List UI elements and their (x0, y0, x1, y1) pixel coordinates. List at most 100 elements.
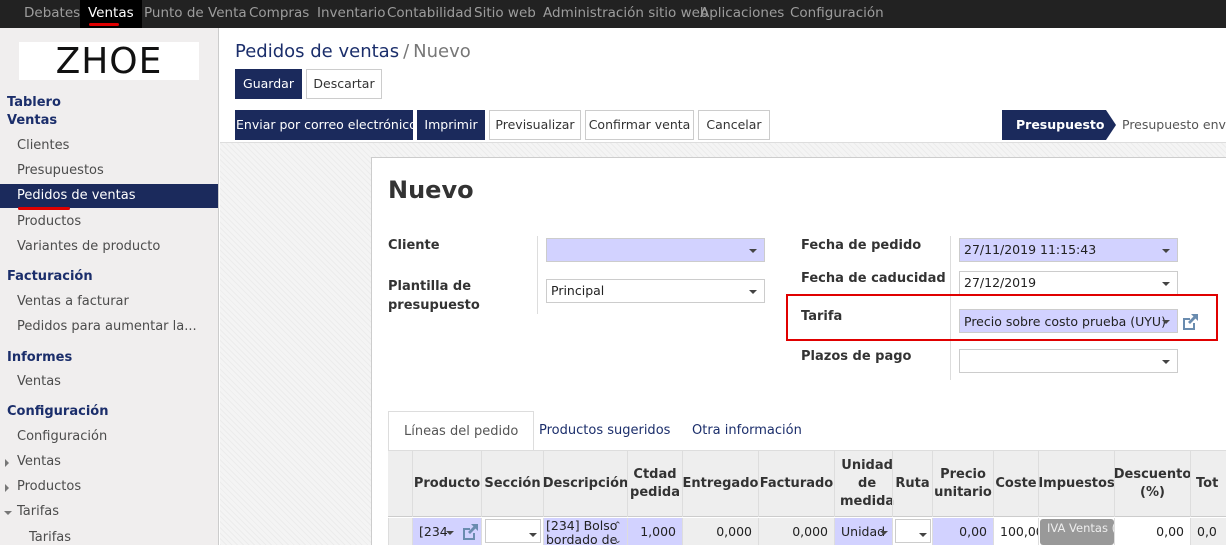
sidebar-item-presupuestos[interactable]: Presupuestos (17, 163, 104, 178)
topnav-aplicaciones[interactable]: Aplicaciones (700, 0, 784, 28)
dropdown-caret-icon (749, 290, 757, 294)
col-unidad-line1: Unidad (841, 458, 893, 473)
col-ruta[interactable]: Ruta (892, 451, 932, 517)
topnav-compras[interactable]: Compras (249, 0, 309, 28)
sidebar-item-pedidos-para-aumentar[interactable]: Pedidos para aumentar la... (17, 319, 197, 334)
sidebar-item-variantes-de-producto[interactable]: Variantes de producto (17, 239, 160, 254)
topnav-inventario[interactable]: Inventario (317, 0, 386, 28)
print-button[interactable]: Imprimir (417, 110, 485, 140)
save-button[interactable]: Guardar (235, 69, 302, 99)
topnav-configuracion[interactable]: Configuración (790, 0, 884, 28)
col-unidad-line2: de (858, 476, 877, 491)
breadcrumb: Pedidos de ventas / Nuevo (235, 41, 471, 62)
sidebar-heading-tablero[interactable]: Tablero (7, 95, 61, 110)
col-ctdad-line2: pedida (630, 485, 680, 500)
row-coste-cell[interactable]: 100,00 (993, 518, 1038, 545)
sidebar-item-config-tarifas[interactable]: Tarifas (17, 504, 59, 519)
dropdown-caret-icon (1162, 360, 1170, 364)
col-descuento[interactable]: Descuento (%) (1114, 451, 1191, 517)
plantilla-select[interactable]: Principal (546, 279, 765, 303)
row-precio-cell[interactable]: 0,00 (932, 518, 993, 545)
col-precio-line2: unitario (934, 485, 992, 500)
breadcrumb-current: Nuevo (413, 41, 471, 62)
dropdown-caret-icon (446, 531, 454, 535)
topnav-punto-de-venta[interactable]: Punto de Venta (144, 0, 247, 28)
sidebar-item-pedidos-de-ventas[interactable]: Pedidos de ventas (0, 184, 218, 208)
col-impuestos[interactable]: Impuestos (1038, 451, 1115, 517)
col-precio-unitario[interactable]: Precio unitario (932, 451, 993, 517)
tab-otra-informacion[interactable]: Otra información (692, 411, 802, 451)
col-seccion[interactable]: Sección (481, 451, 543, 517)
red-underline-pedidos (18, 207, 70, 210)
topnav-administracion-sitio-web[interactable]: Administración sitio web (543, 0, 709, 28)
status-arrow (1106, 110, 1116, 140)
discard-button[interactable]: Descartar (306, 69, 382, 99)
caret-down-icon[interactable] (4, 511, 12, 515)
status-presupuesto[interactable]: Presupuesto (1002, 110, 1106, 140)
col-producto[interactable]: Producto (412, 451, 481, 517)
scroll-down-icon[interactable]: ⌄ (614, 536, 622, 545)
row-producto-value: [234 (419, 524, 448, 539)
dropdown-caret-icon (1162, 249, 1170, 253)
fecha-pedido-field[interactable]: 27/11/2019 11:15:43 (959, 238, 1178, 262)
send-email-button[interactable]: Enviar por correo electrónico (235, 110, 417, 140)
sidebar-heading-configuracion: Configuración (7, 404, 109, 419)
plantilla-label-line1: Plantilla de (388, 279, 472, 294)
plazos-select[interactable] (959, 349, 1178, 373)
sidebar-item-informes-ventas[interactable]: Ventas (17, 374, 61, 389)
col-descuento-line2: (%) (1140, 485, 1165, 500)
tab-lineas-del-pedido[interactable]: Líneas del pedido (388, 411, 535, 451)
col-entregado[interactable]: Entregado (682, 451, 758, 517)
cliente-select[interactable] (546, 238, 765, 262)
col-unidad-de-medida[interactable]: Unidad de medida (834, 451, 894, 517)
topnav-debates[interactable]: Debates (14, 0, 90, 28)
topnav-contabilidad[interactable]: Contabilidad (387, 0, 472, 28)
scroll-up-icon[interactable]: ⌃ (614, 521, 622, 531)
col-coste[interactable]: Coste (993, 451, 1038, 517)
topnav-sitio-web[interactable]: Sitio web (474, 0, 536, 28)
sidebar-item-configuracion[interactable]: Configuración (17, 429, 107, 444)
external-link-icon[interactable] (460, 522, 480, 542)
confirm-sale-button[interactable]: Confirmar venta (585, 110, 694, 140)
tax-tag[interactable]: IVA Ventas ( (1040, 519, 1114, 545)
company-logo[interactable]: ZHOE (19, 42, 199, 82)
row-ruta-cell[interactable] (892, 518, 932, 545)
col-facturado[interactable]: Facturado (758, 451, 834, 517)
col-total[interactable]: Tot (1190, 451, 1226, 517)
dropdown-caret-icon (880, 531, 888, 535)
col-precio-line1: Precio (940, 467, 986, 482)
sidebar-subitem-tarifas[interactable]: Tarifas (29, 530, 71, 545)
tab-productos-sugeridos[interactable]: Productos sugeridos (539, 411, 670, 451)
preview-button[interactable]: Previsualizar (489, 110, 581, 140)
caret-right-icon[interactable] (5, 484, 9, 492)
breadcrumb-parent[interactable]: Pedidos de ventas (235, 41, 399, 62)
field-separator (537, 236, 538, 314)
caret-right-icon[interactable] (5, 459, 9, 467)
status-presupuesto-enviado[interactable]: Presupuesto envia (1122, 110, 1226, 140)
col-descripcion[interactable]: Descripción (543, 451, 628, 517)
col-ctdad-pedida[interactable]: Ctdad pedida (627, 451, 682, 517)
sidebar-item-config-productos[interactable]: Productos (17, 479, 81, 494)
row-handle[interactable] (388, 518, 412, 545)
ruta-select[interactable] (895, 519, 931, 543)
fecha-pedido-label: Fecha de pedido (801, 238, 922, 253)
row-ctdad-cell[interactable]: 1,000 (627, 518, 682, 545)
dropdown-caret-icon (529, 533, 537, 537)
fecha-pedido-value: 27/11/2019 11:15:43 (964, 242, 1097, 257)
sidebar-item-config-ventas[interactable]: Ventas (17, 454, 61, 469)
cancel-button[interactable]: Cancelar (698, 110, 770, 140)
fecha-caducidad-field[interactable]: 27/12/2019 (959, 271, 1178, 295)
top-navbar: Debates Ventas Punto de Venta Compras In… (0, 0, 1226, 28)
row-total-cell: 0,0 (1190, 518, 1226, 545)
plazos-label: Plazos de pago (801, 349, 912, 364)
sidebar-item-productos[interactable]: Productos (17, 214, 81, 229)
fecha-caducidad-value: 27/12/2019 (964, 275, 1037, 290)
row-descuento-cell[interactable]: 0,00 (1114, 518, 1190, 545)
dropdown-caret-icon (919, 533, 927, 537)
sidebar-item-ventas-a-facturar[interactable]: Ventas a facturar (17, 294, 129, 309)
row-facturado-cell: 0,000 (758, 518, 834, 545)
seccion-select[interactable] (485, 519, 541, 543)
sidebar-item-clientes[interactable]: Clientes (17, 138, 69, 153)
row-seccion-cell[interactable] (481, 518, 543, 545)
sidebar: ZHOE Tablero Ventas Clientes Presupuesto… (0, 28, 219, 545)
